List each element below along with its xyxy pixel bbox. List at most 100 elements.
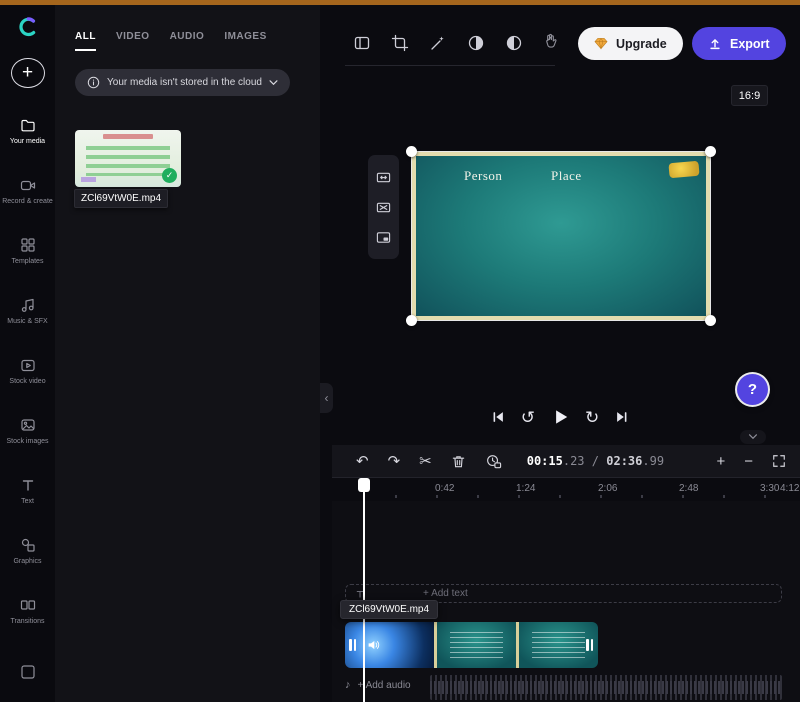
sidebar: + Your media Record & create Templates M… — [0, 5, 55, 702]
folder-icon — [20, 117, 36, 133]
jump-forward-icon[interactable]: ↻ — [585, 409, 599, 426]
clip-thumbnail-art — [450, 632, 504, 658]
split-scissors-icon[interactable]: ✂ — [419, 454, 432, 469]
delete-icon[interactable] — [451, 454, 466, 469]
preview-zoom-toolbar — [368, 155, 399, 259]
ruler-label: 2:48 — [679, 483, 698, 494]
notice-text: Your media isn't stored in the cloud — [107, 77, 262, 88]
timecode-settings-icon[interactable] — [485, 453, 502, 470]
picture-in-picture-icon[interactable] — [376, 230, 391, 245]
audio-waveform[interactable] — [430, 675, 782, 700]
upgrade-button[interactable]: Upgrade — [578, 27, 683, 60]
zoom-to-fit-icon[interactable] — [772, 454, 786, 468]
clip-thumbnail-art — [532, 632, 586, 658]
thumbnail-art — [81, 177, 96, 183]
ruler-label: 1:24 — [516, 483, 535, 494]
stock-image-icon — [20, 417, 36, 433]
skip-to-start-icon[interactable] — [490, 409, 506, 425]
clipchamp-logo-icon[interactable] — [13, 14, 43, 41]
sidebar-item-text[interactable]: Text — [0, 462, 55, 522]
total-time: 02:36 — [606, 454, 642, 468]
grid-icon — [20, 237, 36, 253]
clip-filename-tooltip: ZCl69VtW0E.mp4 — [340, 600, 438, 619]
sidebar-item-label: Text — [2, 497, 54, 506]
fit-width-icon[interactable] — [376, 170, 391, 185]
preview-toolbar — [345, 26, 555, 66]
upgrade-label: Upgrade — [616, 37, 667, 51]
tab-video[interactable]: VIDEO — [116, 31, 150, 51]
total-frames: .99 — [642, 454, 664, 468]
resize-handle-bottom-right[interactable] — [705, 315, 716, 326]
sidebar-item-record-create[interactable]: Record & create — [0, 162, 55, 222]
skip-to-end-icon[interactable] — [614, 409, 630, 425]
timeline-collapse-button[interactable] — [740, 430, 766, 444]
cloud-storage-notice[interactable]: Your media isn't stored in the cloud — [75, 69, 290, 96]
sidebar-item-templates[interactable]: Templates — [0, 222, 55, 282]
aspect-ratio-badge[interactable]: 16:9 — [731, 85, 768, 106]
ruler-label: 2:06 — [598, 483, 617, 494]
sidebar-item-your-media[interactable]: Your media — [0, 102, 55, 162]
hand-tool-icon[interactable] — [543, 33, 558, 48]
layout-icon[interactable] — [345, 26, 379, 60]
trim-handle-left[interactable] — [349, 639, 356, 651]
chevron-left-icon: ‹ — [325, 391, 329, 405]
jump-back-icon[interactable]: ↺ — [521, 409, 535, 426]
zoom-out-icon[interactable]: − — [744, 454, 753, 469]
timeline-tracks: + Add text ZCl69VtW0E.mp4 ♪ + Add audio — [332, 501, 800, 702]
music-note-icon — [20, 297, 36, 313]
export-button[interactable]: Export — [692, 27, 786, 60]
resize-handle-top-left[interactable] — [406, 146, 417, 157]
sidebar-item-music-sfx[interactable]: Music & SFX — [0, 282, 55, 342]
timeline-toolbar: ↶ ↷ ✂ 00:15.23 / 02:36.99 + − — [332, 445, 800, 478]
fill-frame-icon[interactable] — [376, 200, 391, 215]
sidebar-item-stock-video[interactable]: Stock video — [0, 342, 55, 402]
export-arrow-icon — [708, 37, 722, 51]
ruler-label: 3:30 — [760, 483, 779, 494]
collapse-panel-button[interactable]: ‹ — [320, 383, 333, 413]
zoom-in-icon[interactable]: + — [716, 454, 725, 469]
transitions-icon — [20, 597, 36, 613]
video-text-place: Place — [551, 168, 582, 184]
zoom-controls: + − — [716, 454, 786, 469]
video-preview-canvas[interactable]: Person Place — [412, 152, 710, 320]
selected-check-icon: ✓ — [162, 168, 177, 183]
resize-handle-top-right[interactable] — [705, 146, 716, 157]
media-item-thumbnail[interactable]: ✓ — [75, 130, 181, 187]
adjust-colors-icon[interactable] — [459, 26, 493, 60]
add-audio-track[interactable]: ♪ + Add audio — [345, 679, 411, 691]
sidebar-item-transitions[interactable]: Transitions — [0, 582, 55, 642]
redo-icon[interactable]: ↷ — [388, 454, 401, 469]
sidebar-item-label: Stock images — [2, 437, 54, 446]
add-media-button[interactable]: + — [11, 58, 45, 88]
play-button[interactable] — [550, 407, 570, 427]
sidebar-item-label: Stock video — [2, 377, 54, 386]
media-tabs: ALL VIDEO AUDIO IMAGES — [75, 31, 267, 51]
ruler-label: 4:12 — [780, 483, 799, 494]
sidebar-item-more[interactable] — [0, 642, 55, 702]
thumbnail-art — [103, 134, 154, 139]
effects-wand-icon[interactable] — [421, 26, 455, 60]
tab-images[interactable]: IMAGES — [224, 31, 266, 51]
resize-handle-bottom-left[interactable] — [406, 315, 417, 326]
preview-canvas-wrap: Person Place — [412, 152, 710, 320]
info-icon — [87, 76, 100, 89]
crop-icon[interactable] — [383, 26, 417, 60]
trim-handle-right[interactable] — [586, 639, 593, 651]
sidebar-item-graphics[interactable]: Graphics — [0, 522, 55, 582]
undo-icon[interactable]: ↶ — [356, 454, 369, 469]
tab-audio[interactable]: AUDIO — [170, 31, 205, 51]
sidebar-item-stock-images[interactable]: Stock images — [0, 402, 55, 462]
help-button[interactable]: ? — [737, 374, 768, 405]
video-clip-3[interactable] — [519, 622, 598, 668]
sidebar-nav: Your media Record & create Templates Mus… — [0, 102, 55, 702]
current-time: 00:15 — [527, 454, 563, 468]
timecode-display: 00:15.23 / 02:36.99 — [527, 454, 664, 468]
thumbnail-art — [86, 146, 171, 176]
timeline-ruler[interactable]: 0 0:42 1:24 2:06 2:48 3:30 4:12 — [332, 478, 800, 501]
sidebar-item-label: Templates — [2, 257, 54, 266]
video-clip-2[interactable] — [437, 622, 516, 668]
filters-icon[interactable] — [497, 26, 531, 60]
tab-all[interactable]: ALL — [75, 31, 96, 51]
music-note-icon: ♪ — [345, 679, 351, 691]
playhead[interactable] — [358, 478, 370, 702]
